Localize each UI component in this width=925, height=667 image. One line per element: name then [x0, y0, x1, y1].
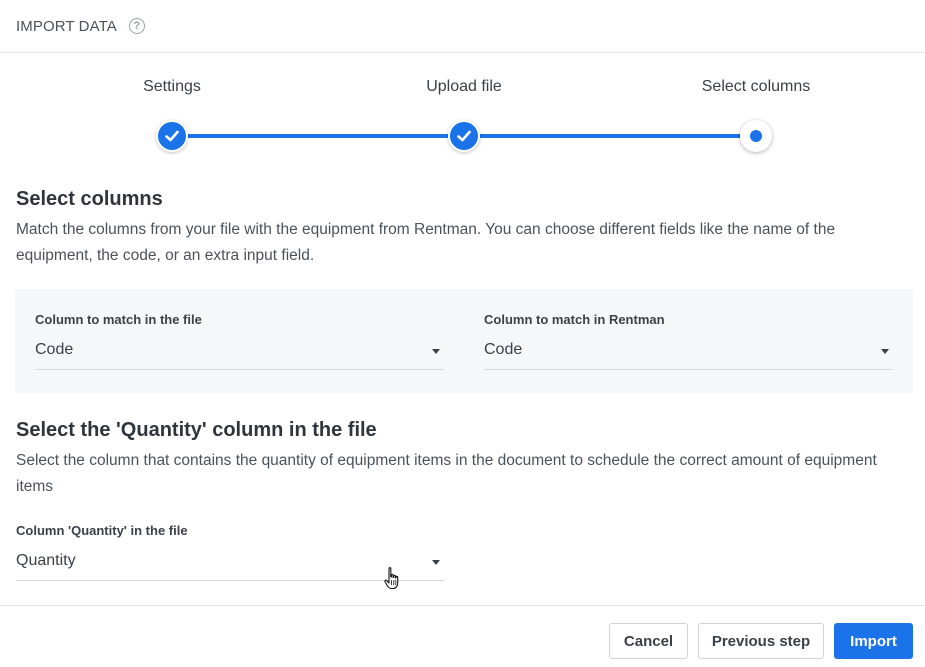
- quantity-column-label: Column 'Quantity' in the file: [16, 523, 188, 538]
- file-column-value: Code: [35, 341, 74, 358]
- file-column-field: Column to match in the file Code: [35, 312, 444, 370]
- select-columns-description: Match the columns from your file with th…: [16, 221, 836, 264]
- caret-down-icon: [881, 349, 889, 354]
- caret-down-icon: [432, 560, 440, 565]
- rentman-column-value: Code: [484, 341, 523, 358]
- progress-stepper: Settings Upload file Select columns: [0, 54, 925, 164]
- dialog-title: IMPORT DATA: [16, 17, 117, 35]
- file-column-select[interactable]: Code: [35, 339, 444, 370]
- quantity-description: Select the column that contains the quan…: [16, 452, 877, 495]
- hand-pointer-cursor-icon: [384, 567, 399, 590]
- column-match-panel: Column to match in the file Code Column …: [15, 289, 913, 393]
- rentman-column-field: Column to match in Rentman Code: [484, 312, 893, 370]
- rentman-column-label: Column to match in Rentman: [484, 312, 665, 327]
- dialog-header: IMPORT DATA ?: [0, 0, 925, 53]
- file-column-label: Column to match in the file: [35, 312, 202, 327]
- previous-step-button[interactable]: Previous step: [698, 623, 824, 659]
- step-upload-check-icon: [448, 120, 480, 152]
- quantity-heading: Select the 'Quantity' column in the file: [16, 419, 377, 441]
- dialog-footer: Cancel Previous step Import: [0, 605, 925, 667]
- cancel-button[interactable]: Cancel: [609, 623, 688, 659]
- quantity-column-value: Quantity: [16, 552, 76, 569]
- caret-down-icon: [432, 349, 440, 354]
- step-label-settings: Settings: [143, 78, 201, 95]
- import-button[interactable]: Import: [834, 623, 913, 659]
- step-settings-check-icon: [156, 120, 188, 152]
- step-connector-2: [464, 134, 756, 138]
- select-columns-heading: Select columns: [16, 188, 163, 210]
- step-current-dot-icon: [740, 120, 772, 152]
- quantity-column-select[interactable]: Quantity: [16, 550, 444, 581]
- rentman-column-select[interactable]: Code: [484, 339, 893, 370]
- help-circle-icon[interactable]: ?: [128, 18, 145, 34]
- step-label-upload-file: Upload file: [426, 78, 502, 95]
- step-connector-1: [172, 134, 464, 138]
- quantity-column-field: Column 'Quantity' in the file Quantity: [16, 523, 444, 581]
- step-label-select-columns: Select columns: [701, 78, 811, 95]
